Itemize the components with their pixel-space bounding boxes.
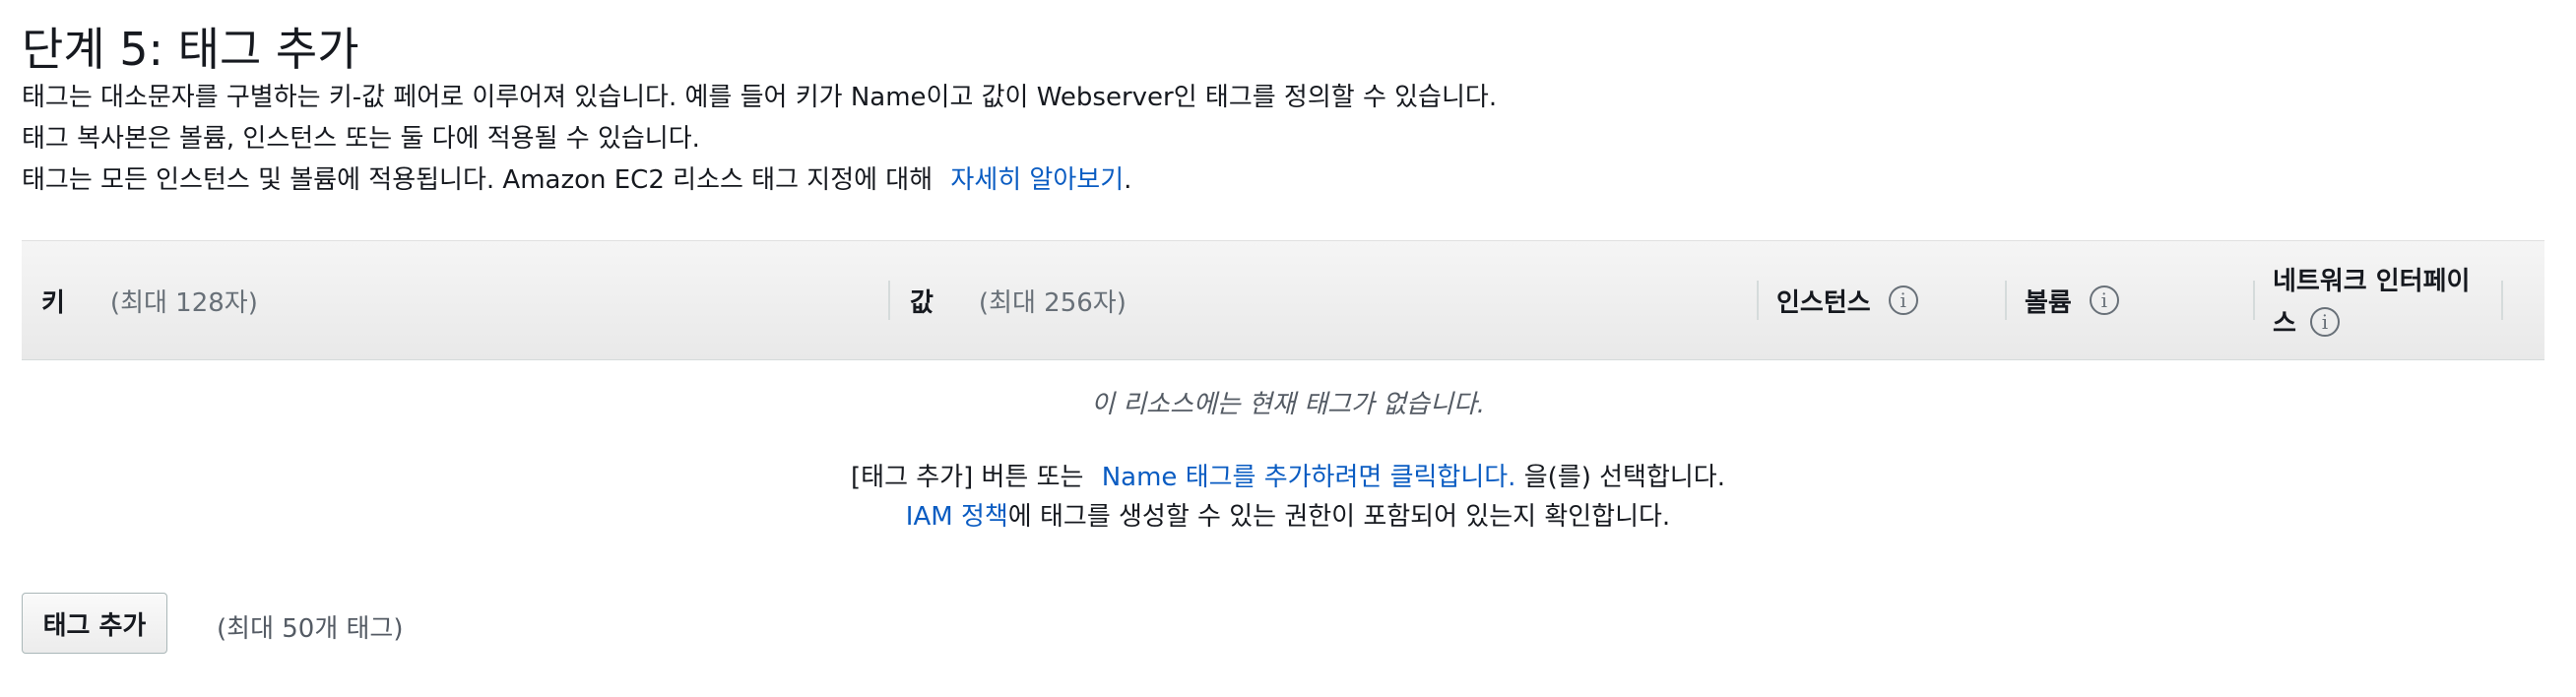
max-tags-hint: (최대 50개 태그) [217, 614, 404, 644]
description-line-3-text: 태그는 모든 인스턴스 및 볼륨에 적용됩니다. Amazon EC2 리소스 … [22, 165, 934, 195]
column-network-label-row2: 스 i [2273, 303, 2340, 340]
add-tags-step: 단계 5: 태그 추가 태그는 대소문자를 구별하는 키-값 페어로 이루어져 … [0, 0, 2576, 697]
column-divider[interactable] [1757, 281, 1759, 320]
column-instances: 인스턴스 i [1776, 241, 1918, 359]
help-line-2: IAM 정책에 태그를 생성할 수 있는 권한이 포함되어 있는지 확인합니다. [0, 496, 2576, 533]
help-line-1: [태그 추가] 버튼 또는 Name 태그를 추가하려면 클릭합니다. 을(를)… [0, 457, 2576, 493]
info-icon[interactable]: i [1888, 285, 1918, 315]
description-line-2: 태그 복사본은 볼륨, 인스턴스 또는 둘 다에 적용될 수 있습니다. [22, 124, 700, 154]
description-line-3: 태그는 모든 인스턴스 및 볼륨에 적용됩니다. Amazon EC2 리소스 … [22, 159, 1131, 196]
learn-more-link[interactable]: 자세히 알아보기 [950, 165, 1124, 195]
help-line-2-suffix: 에 태그를 생성할 수 있는 권한이 포함되어 있는지 확인합니다. [1007, 502, 1671, 532]
column-value-hint: (최대 256자) [978, 287, 1127, 318]
column-volumes: 볼륨 i [2025, 241, 2119, 359]
column-network-label-line1: 네트워크 인터페이 [2273, 267, 2471, 296]
column-key: 키 (최대 128자) [41, 241, 258, 359]
help-line-1-suffix: 을(를) 선택합니다. [1523, 463, 1725, 492]
info-icon[interactable]: i [2089, 285, 2119, 315]
column-instances-label: 인스턴스 [1776, 287, 1871, 318]
column-value-label: 값 [910, 287, 934, 318]
column-divider[interactable] [2501, 281, 2503, 320]
column-value: 값 (최대 256자) [910, 241, 1127, 359]
info-icon[interactable]: i [2309, 306, 2340, 337]
column-divider[interactable] [888, 281, 890, 320]
column-network-interfaces: 네트워크 인터페이 스 i [2273, 241, 2470, 359]
column-volumes-label: 볼륨 [2025, 287, 2072, 318]
empty-tags-message: 이 리소스에는 현재 태그가 없습니다. [1090, 390, 1486, 419]
column-divider[interactable] [2253, 281, 2255, 320]
tags-table-header: 키 (최대 128자) 값 (최대 256자) 인스턴스 i 볼륨 i 네트워크… [22, 240, 2544, 360]
help-line-1-prefix: [태그 추가] 버튼 또는 [851, 463, 1084, 492]
column-network-label-line2: 스 [2273, 309, 2296, 339]
column-divider[interactable] [2005, 281, 2007, 320]
column-key-label: 키 [41, 287, 65, 318]
add-name-tag-link[interactable]: Name 태그를 추가하려면 클릭합니다. [1102, 463, 1516, 492]
column-key-hint: (최대 128자) [109, 287, 258, 318]
add-tag-button[interactable]: 태그 추가 [22, 593, 167, 654]
iam-policy-link[interactable]: IAM 정책 [906, 502, 1008, 532]
description-line-1: 태그는 대소문자를 구별하는 키-값 페어로 이루어져 있습니다. 예를 들어 … [22, 83, 1498, 112]
description-line-3-suffix: . [1124, 165, 1132, 195]
page-title: 단계 5: 태그 추가 [22, 23, 359, 76]
